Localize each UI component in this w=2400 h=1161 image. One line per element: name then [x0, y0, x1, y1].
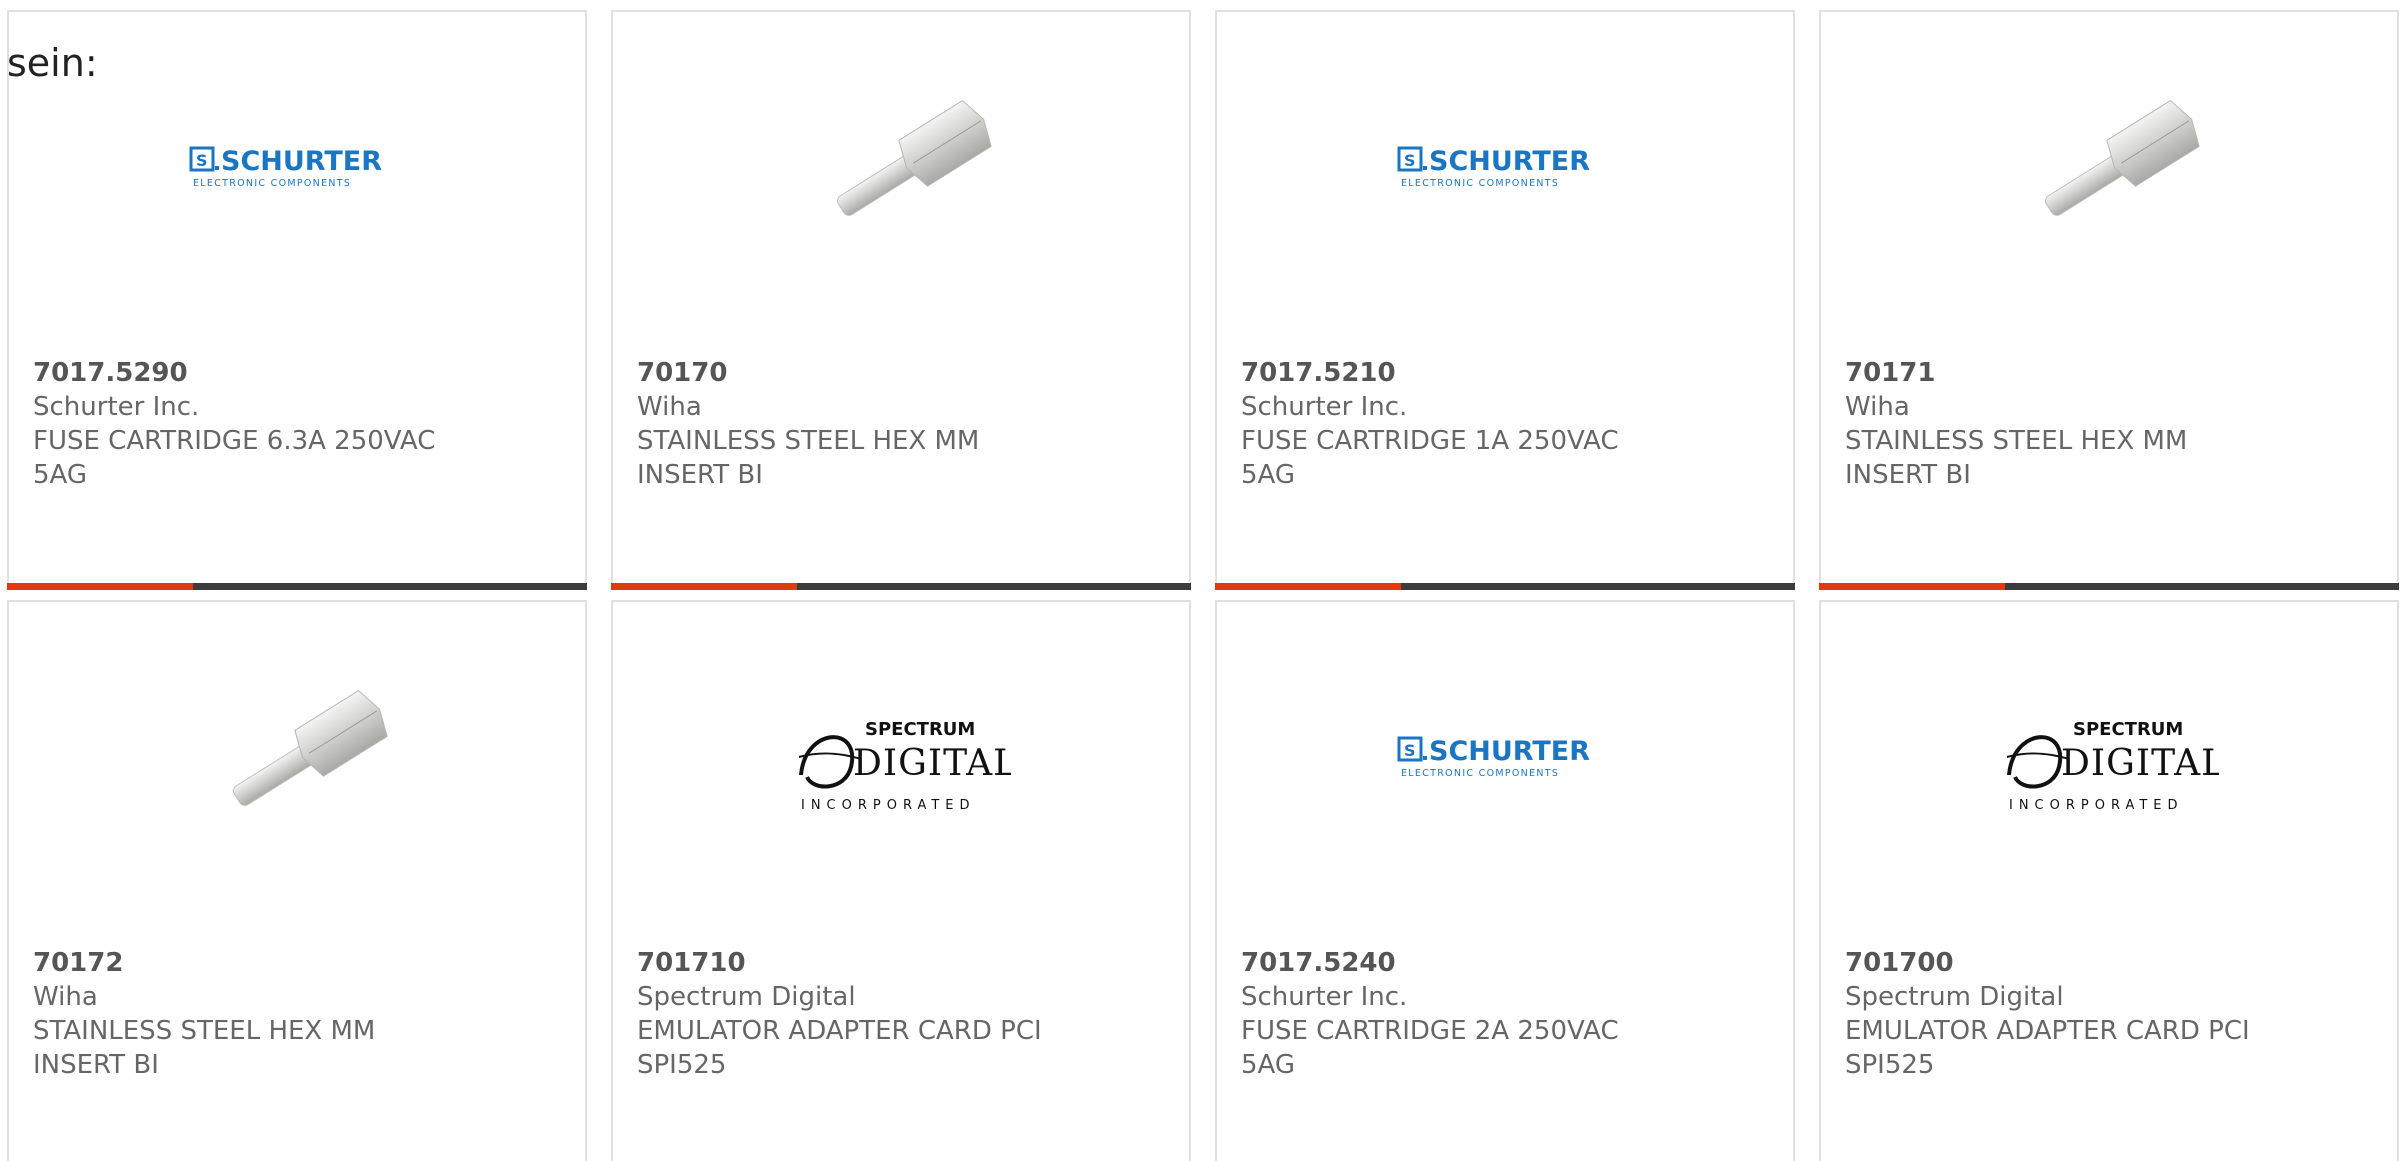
svg-text:SCHURTER: SCHURTER — [1429, 146, 1590, 177]
manufacturer: Spectrum Digital — [1845, 982, 2064, 1012]
part-number: 7017.5290 — [33, 358, 188, 388]
description: FUSE CARTRIDGE 6.3A 250VAC 5AG — [33, 426, 436, 490]
description: STAINLESS STEEL HEX MM INSERT BI — [637, 426, 980, 490]
product-info: 70172 Wiha STAINLESS STEEL HEX MM INSERT… — [33, 946, 561, 1082]
intro-text: sein: — [7, 41, 98, 85]
svg-text:DIGITAL: DIGITAL — [2061, 743, 2219, 784]
product-info: 7017.5240 Schurter Inc. FUSE CARTRIDGE 2… — [1241, 946, 1769, 1082]
product-image: SPECTRUM DIGITAL INCORPORATED — [613, 662, 1189, 862]
description: EMULATOR ADAPTER CARD PCI SPI525 — [1845, 1016, 2250, 1080]
spectrum-digital-logo-icon: SPECTRUM DIGITAL INCORPORATED — [2006, 719, 2219, 813]
product-grid: S SCHURTER ELECTRONIC COMPONENTS 7017.52… — [7, 10, 2399, 1161]
accent-fill — [611, 583, 797, 590]
product-card[interactable]: S SCHURTER ELECTRONIC COMPONENTS 7017.52… — [7, 10, 587, 590]
accent-bar — [7, 583, 587, 590]
description: STAINLESS STEEL HEX MM INSERT BI — [1845, 426, 2188, 490]
part-number: 70172 — [33, 948, 124, 978]
accent-bar — [1819, 583, 2399, 590]
description: EMULATOR ADAPTER CARD PCI SPI525 — [637, 1016, 1042, 1080]
manufacturer: Spectrum Digital — [637, 982, 856, 1012]
spectrum-digital-logo-icon: SPECTRUM DIGITAL INCORPORATED — [798, 719, 1011, 813]
product-image — [1821, 72, 2397, 272]
page: sein: S SCHURTER ELECTRONIC COMPONENTS 7… — [0, 0, 2400, 1161]
part-number: 7017.5240 — [1241, 948, 1396, 978]
product-card[interactable]: 70172 Wiha STAINLESS STEEL HEX MM INSERT… — [7, 600, 587, 1161]
svg-text:ELECTRONIC COMPONENTS: ELECTRONIC COMPONENTS — [1401, 768, 1559, 779]
hex-bit-icon — [2045, 99, 2200, 216]
product-card[interactable]: 70171 Wiha STAINLESS STEEL HEX MM INSERT… — [1819, 10, 2399, 590]
manufacturer: Wiha — [33, 982, 98, 1012]
part-number: 70170 — [637, 358, 728, 388]
schurter-logo-icon: S SCHURTER ELECTRONIC COMPONENTS — [1397, 736, 1590, 779]
manufacturer: Schurter Inc. — [1241, 392, 1408, 422]
description: FUSE CARTRIDGE 2A 250VAC 5AG — [1241, 1016, 1619, 1080]
hex-bit-icon — [233, 689, 388, 806]
manufacturer: Wiha — [637, 392, 702, 422]
product-image: S SCHURTER ELECTRONIC COMPONENTS — [9, 72, 585, 272]
part-number: 70171 — [1845, 358, 1936, 388]
svg-text:SPECTRUM: SPECTRUM — [2073, 719, 2183, 740]
svg-text:S: S — [1404, 151, 1416, 170]
svg-text:ELECTRONIC COMPONENTS: ELECTRONIC COMPONENTS — [193, 178, 351, 189]
svg-text:SCHURTER: SCHURTER — [221, 146, 382, 177]
part-number: 701710 — [637, 948, 746, 978]
product-info: 701710 Spectrum Digital EMULATOR ADAPTER… — [637, 946, 1165, 1082]
manufacturer: Schurter Inc. — [33, 392, 200, 422]
svg-text:DIGITAL: DIGITAL — [853, 743, 1011, 784]
accent-fill — [1819, 583, 2005, 590]
accent-bar — [611, 583, 1191, 590]
svg-text:INCORPORATED: INCORPORATED — [2009, 798, 2184, 813]
product-image — [9, 662, 585, 862]
product-card[interactable]: SPECTRUM DIGITAL INCORPORATED 701710 Spe… — [611, 600, 1191, 1161]
product-card[interactable]: S SCHURTER ELECTRONIC COMPONENTS 7017.52… — [1215, 600, 1795, 1161]
part-number: 7017.5210 — [1241, 358, 1396, 388]
schurter-logo-icon: S SCHURTER ELECTRONIC COMPONENTS — [189, 146, 382, 189]
product-card[interactable]: 70170 Wiha STAINLESS STEEL HEX MM INSERT… — [611, 10, 1191, 590]
product-info: 701700 Spectrum Digital EMULATOR ADAPTER… — [1845, 946, 2373, 1082]
schurter-logo-icon: S SCHURTER ELECTRONIC COMPONENTS — [1397, 146, 1590, 189]
accent-fill — [7, 583, 193, 590]
product-image: SPECTRUM DIGITAL INCORPORATED — [1821, 662, 2397, 862]
svg-text:S: S — [1404, 741, 1416, 760]
product-info: 70171 Wiha STAINLESS STEEL HEX MM INSERT… — [1845, 356, 2373, 492]
svg-text:SPECTRUM: SPECTRUM — [865, 719, 975, 740]
description: FUSE CARTRIDGE 1A 250VAC 5AG — [1241, 426, 1619, 490]
svg-text:INCORPORATED: INCORPORATED — [801, 798, 976, 813]
product-info: 7017.5210 Schurter Inc. FUSE CARTRIDGE 1… — [1241, 356, 1769, 492]
product-image: S SCHURTER ELECTRONIC COMPONENTS — [1217, 662, 1793, 862]
hex-bit-icon — [837, 99, 992, 216]
product-info: 7017.5290 Schurter Inc. FUSE CARTRIDGE 6… — [33, 356, 561, 492]
accent-bar — [1215, 583, 1795, 590]
svg-text:SCHURTER: SCHURTER — [1429, 736, 1590, 767]
product-info: 70170 Wiha STAINLESS STEEL HEX MM INSERT… — [637, 356, 1165, 492]
product-image — [613, 72, 1189, 272]
svg-text:ELECTRONIC COMPONENTS: ELECTRONIC COMPONENTS — [1401, 178, 1559, 189]
description: STAINLESS STEEL HEX MM INSERT BI — [33, 1016, 376, 1080]
manufacturer: Wiha — [1845, 392, 1910, 422]
part-number: 701700 — [1845, 948, 1954, 978]
manufacturer: Schurter Inc. — [1241, 982, 1408, 1012]
product-card[interactable]: SPECTRUM DIGITAL INCORPORATED 701700 Spe… — [1819, 600, 2399, 1161]
product-card[interactable]: S SCHURTER ELECTRONIC COMPONENTS 7017.52… — [1215, 10, 1795, 590]
svg-text:S: S — [196, 151, 208, 170]
accent-fill — [1215, 583, 1401, 590]
product-image: S SCHURTER ELECTRONIC COMPONENTS — [1217, 72, 1793, 272]
